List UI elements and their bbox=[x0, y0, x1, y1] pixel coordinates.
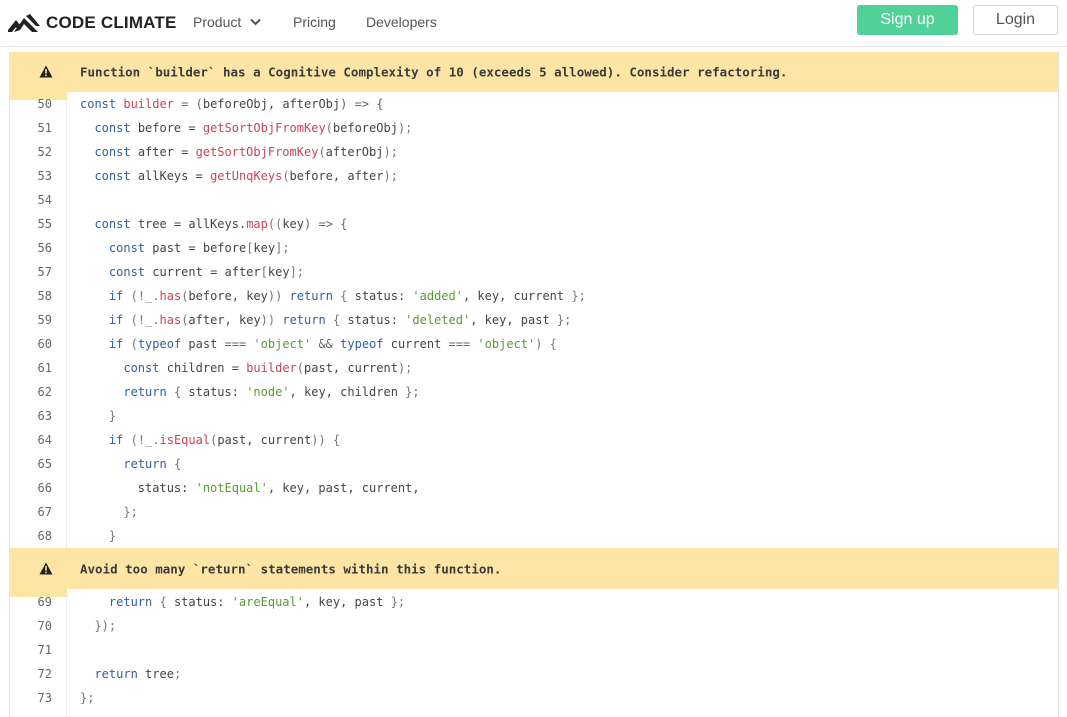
code-line: 52 const after = getSortObjFromKey(after… bbox=[10, 140, 1058, 164]
code-text: return { bbox=[123, 457, 182, 471]
line-number: 65 bbox=[37, 457, 52, 471]
line-number: 52 bbox=[37, 145, 52, 159]
line-number: 56 bbox=[37, 241, 52, 255]
code-text: return { status: 'node', key, children }… bbox=[123, 385, 420, 399]
line-number: 67 bbox=[37, 505, 52, 519]
warning-icon bbox=[39, 65, 53, 78]
line-number: 58 bbox=[37, 289, 52, 303]
code-text: const allKeys = getUnqKeys(before, after… bbox=[94, 169, 398, 183]
logo-mark-icon bbox=[8, 14, 40, 32]
line-number: 53 bbox=[37, 169, 52, 183]
top-navigation: CODE CLIMATE Product Pricing Developers … bbox=[0, 0, 1067, 47]
nav-developers[interactable]: Developers bbox=[366, 14, 437, 30]
line-number: 63 bbox=[37, 409, 52, 423]
line-number: 61 bbox=[37, 361, 52, 375]
code-text: }); bbox=[94, 619, 117, 633]
line-number: 51 bbox=[37, 121, 52, 135]
line-number: 71 bbox=[37, 643, 52, 657]
code-line: 50 const builder = (beforeObj, afterObj) … bbox=[10, 92, 1058, 116]
code-text: const after = getSortObjFromKey(afterObj… bbox=[94, 145, 398, 159]
code-text: } bbox=[108, 529, 117, 543]
line-number: 68 bbox=[37, 529, 52, 543]
issue-bar-returns[interactable]: Avoid too many `return` statements withi… bbox=[10, 548, 1058, 589]
line-number: 59 bbox=[37, 313, 52, 327]
line-number: 70 bbox=[37, 619, 52, 633]
issue-message: Avoid too many `return` statements withi… bbox=[80, 561, 502, 576]
nav-product-label: Product bbox=[193, 14, 242, 30]
code-climate-logo[interactable]: CODE CLIMATE bbox=[8, 12, 177, 34]
code-text: }; bbox=[123, 505, 138, 519]
code-viewer: Function `builder` has a Cognitive Compl… bbox=[9, 52, 1059, 717]
line-number: 55 bbox=[37, 217, 52, 231]
code-line: 72 return tree; bbox=[10, 662, 1058, 686]
code-line: 54 bbox=[10, 188, 1058, 212]
chevron-down-icon bbox=[250, 18, 261, 26]
code-line: 57 const current = after[key]; bbox=[10, 260, 1058, 284]
login-button[interactable]: Login bbox=[973, 5, 1058, 35]
code-line: 55 const tree = allKeys.map((key) => { bbox=[10, 212, 1058, 236]
code-text: const tree = allKeys.map((key) => { bbox=[94, 217, 348, 231]
issue-message: Function `builder` has a Cognitive Compl… bbox=[80, 64, 788, 80]
code-line: 65 return { bbox=[10, 452, 1058, 476]
line-number: 57 bbox=[37, 265, 52, 279]
code-text: return tree; bbox=[94, 667, 182, 681]
line-number: 69 bbox=[37, 595, 52, 609]
code-line: 60 if (typeof past === 'object' && typeo… bbox=[10, 332, 1058, 356]
issue-bar-complexity[interactable]: Function `builder` has a Cognitive Compl… bbox=[10, 52, 1058, 92]
code-text: return { status: 'areEqual', key, past }… bbox=[108, 595, 406, 609]
code-line: 73}; bbox=[10, 686, 1058, 710]
code-text: if (!_.has(after, key)) return { status:… bbox=[108, 313, 572, 327]
code-line: 51 const before = getSortObjFromKey(befo… bbox=[10, 116, 1058, 140]
code-line: 53 const allKeys = getUnqKeys(before, af… bbox=[10, 164, 1058, 188]
signup-button[interactable]: Sign up bbox=[857, 5, 958, 35]
line-number: 73 bbox=[37, 691, 52, 705]
code-text: } bbox=[108, 409, 117, 423]
code-text: if (typeof past === 'object' && typeof c… bbox=[108, 337, 557, 351]
code-text: const before = getSortObjFromKey(beforeO… bbox=[94, 121, 413, 135]
code-text: const children = builder(past, current); bbox=[123, 361, 413, 375]
line-number: 64 bbox=[37, 433, 52, 447]
nav-product[interactable]: Product bbox=[193, 14, 261, 30]
code-line: 63 } bbox=[10, 404, 1058, 428]
code-line: 68 } bbox=[10, 524, 1058, 548]
nav-pricing[interactable]: Pricing bbox=[293, 14, 336, 30]
code-text: const builder = (beforeObj, afterObj) =>… bbox=[80, 97, 384, 111]
line-number: 54 bbox=[37, 193, 52, 207]
code-text: const current = after[key]; bbox=[108, 265, 305, 279]
code-line: 59 if (!_.has(after, key)) return { stat… bbox=[10, 308, 1058, 332]
line-number: 60 bbox=[37, 337, 52, 351]
warning-icon bbox=[39, 562, 53, 574]
line-number: 62 bbox=[37, 385, 52, 399]
code-text: status: 'notEqual', key, past, current, bbox=[80, 481, 420, 495]
line-number: 72 bbox=[37, 667, 52, 681]
code-line: 66 status: 'notEqual', key, past, curren… bbox=[10, 476, 1058, 500]
code-text: }; bbox=[80, 691, 95, 705]
code-line: 58 if (!_.has(before, key)) return { sta… bbox=[10, 284, 1058, 308]
code-line: 71 bbox=[10, 638, 1058, 662]
code-line: 62 return { status: 'node', key, childre… bbox=[10, 380, 1058, 404]
code-text: if (!_.has(before, key)) return { status… bbox=[108, 289, 586, 303]
code-line: 70 }); bbox=[10, 614, 1058, 638]
code-text: if (!_.isEqual(past, current)) { bbox=[108, 433, 341, 447]
code-line: 69 return { status: 'areEqual', key, pas… bbox=[10, 590, 1058, 614]
code-line: 56 const past = before[key]; bbox=[10, 236, 1058, 260]
line-number: 50 bbox=[37, 97, 52, 111]
code-line: 67 }; bbox=[10, 500, 1058, 524]
line-number: 66 bbox=[37, 481, 52, 495]
logo-text: CODE CLIMATE bbox=[46, 13, 177, 32]
code-text: const past = before[key]; bbox=[108, 241, 290, 255]
code-line: 64 if (!_.isEqual(past, current)) { bbox=[10, 428, 1058, 452]
code-line: 61 const children = builder(past, curren… bbox=[10, 356, 1058, 380]
